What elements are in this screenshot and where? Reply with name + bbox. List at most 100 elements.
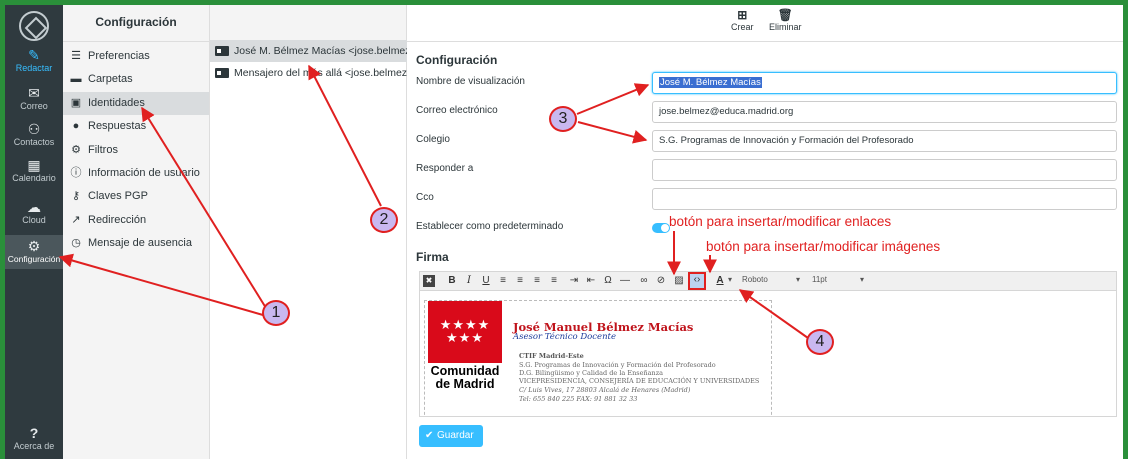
underline-icon[interactable]: U xyxy=(478,273,494,289)
email-label: Correo electrónico xyxy=(416,105,498,116)
signature-line: VICEPRESIDENCIA, CONSEJERÍA DE EDUCACIÓN… xyxy=(519,377,760,385)
nav-rail: ✎ Redactar ✉ Correo ⚇ Contactos ▦ Calend… xyxy=(5,5,63,459)
trash-icon: 🗑 xyxy=(777,8,793,22)
cloud-icon: ☁ xyxy=(27,199,41,215)
link-icon[interactable]: ∞ xyxy=(636,273,652,289)
annotation-link-label: botón para insertar/modificar enlaces xyxy=(669,214,892,229)
plus-icon: ⊞ xyxy=(737,8,748,22)
settings-item-identities[interactable]: ▣ Identidades xyxy=(63,91,209,116)
nav-mail[interactable]: ✉ Correo xyxy=(5,85,63,115)
font-select[interactable]: Roboto ▾ xyxy=(742,275,802,284)
signature-line: S.G. Programas de Innovación y Formación… xyxy=(519,361,716,369)
annotation-badge-4: 4 xyxy=(806,329,834,355)
section-title: Configuración xyxy=(416,53,498,67)
create-button[interactable]: ⊞ Crear xyxy=(731,8,754,32)
nav-compose[interactable]: ✎ Redactar xyxy=(5,47,63,77)
email-field[interactable]: jose.belmez@educa.madrid.org xyxy=(652,101,1117,123)
bold-icon[interactable]: B xyxy=(444,273,460,289)
signature-role: Asesor Técnico Docente xyxy=(513,332,616,342)
nav-calendar[interactable]: ▦ Calendario xyxy=(5,157,63,187)
special-char-icon[interactable]: Ω xyxy=(600,273,616,289)
display-name-label: Nombre de visualización xyxy=(416,76,525,87)
identity-editor: ⊞ Crear 🗑 Eliminar Configuración Nombre … xyxy=(407,5,1123,459)
logo-text: Comunidad de Madrid xyxy=(430,364,500,391)
gear-icon: ⚙ xyxy=(27,238,41,254)
sliders-icon: ☰ xyxy=(71,50,81,62)
nav-cloud[interactable]: ☁ Cloud xyxy=(5,199,63,229)
font-size-select[interactable]: 11pt ▾ xyxy=(812,275,872,284)
bcc-label: Cco xyxy=(416,192,434,203)
outdent-icon[interactable]: ⇤ xyxy=(583,273,599,289)
id-card-icon: ▣ xyxy=(70,96,82,109)
signature-address: C/ Luis Vives, 17 28803 Alcalá de Henare… xyxy=(519,386,691,394)
align-left-icon[interactable]: ≡ xyxy=(495,273,511,289)
indent-icon[interactable]: ⇥ xyxy=(566,273,582,289)
reply-to-field[interactable] xyxy=(652,159,1117,181)
nav-settings[interactable]: ⚙ Configuración xyxy=(5,235,63,269)
settings-item-user-info[interactable]: ⓘ Información de usuario xyxy=(63,162,209,185)
logo-stars: ★★★★ ★★★ xyxy=(428,301,502,363)
settings-item-preferences[interactable]: ☰ Preferencias xyxy=(63,45,209,68)
annotation-badge-3: 3 xyxy=(549,106,577,132)
default-toggle[interactable] xyxy=(652,223,670,233)
italic-icon[interactable]: I xyxy=(461,273,477,289)
org-field[interactable]: S.G. Programas de Innovación y Formación… xyxy=(652,130,1117,152)
key-icon: ⚷ xyxy=(71,190,81,203)
annotation-badge-2: 2 xyxy=(370,207,398,233)
annotation-badge-1: 1 xyxy=(262,300,290,326)
clear-format-icon[interactable]: ✖ xyxy=(423,275,435,287)
delete-button[interactable]: 🗑 Eliminar xyxy=(769,8,802,32)
gear-icon: ⚙ xyxy=(71,143,81,156)
toolbar: ⊞ Crear 🗑 Eliminar xyxy=(407,5,1123,42)
signature-phone: Tel: 655 840 225 FAX: 91 881 32 33 xyxy=(519,395,638,403)
forward-icon: ↗ xyxy=(71,213,81,226)
text-color-dropdown[interactable]: ▾ xyxy=(728,275,732,284)
app-logo-icon xyxy=(19,11,49,41)
settings-item-filters[interactable]: ⚙ Filtros xyxy=(63,139,209,162)
clock-icon: ◷ xyxy=(71,237,81,250)
settings-item-folders[interactable]: ▬ Carpetas xyxy=(63,68,209,91)
chevron-down-icon: ▾ xyxy=(796,275,801,284)
settings-item-responses[interactable]: ● Respuestas xyxy=(63,115,209,138)
contacts-icon: ⚇ xyxy=(27,121,41,137)
unlink-icon[interactable]: ⊘ xyxy=(653,273,669,289)
signature-editor[interactable]: ★★★★ ★★★ Comunidad de Madrid José Manuel B… xyxy=(419,291,1117,417)
settings-header: Configuración xyxy=(63,5,209,42)
source-code-icon[interactable]: ‹› xyxy=(688,272,706,290)
compose-icon: ✎ xyxy=(28,47,40,63)
image-icon[interactable]: ▨ xyxy=(671,273,687,289)
settings-item-vacation[interactable]: ◷ Mensaje de ausencia xyxy=(63,232,209,255)
reply-to-label: Responder a xyxy=(416,163,474,174)
identities-header xyxy=(210,5,406,42)
org-label: Colegio xyxy=(416,134,450,145)
app-window: ✎ Redactar ✉ Correo ⚇ Contactos ▦ Calend… xyxy=(5,5,1123,459)
annotation-image-label: botón para insertar/modificar imágenes xyxy=(706,239,941,254)
signature-org: CTIF Madrid-Este xyxy=(519,352,584,360)
default-label: Establecer como predeterminado xyxy=(416,221,564,232)
question-icon: ? xyxy=(29,425,39,441)
save-button[interactable]: Guardar xyxy=(419,425,483,447)
align-center-icon[interactable]: ≡ xyxy=(512,273,528,289)
settings-item-pgp-keys[interactable]: ⚷ Claves PGP xyxy=(63,185,209,208)
nav-about[interactable]: ? Acerca de xyxy=(5,425,63,455)
horizontal-rule-icon[interactable]: — xyxy=(617,273,633,289)
comunidad-madrid-logo: ★★★★ ★★★ Comunidad de Madrid xyxy=(428,301,502,416)
folder-icon: ▬ xyxy=(70,73,82,86)
chevron-down-icon: ▾ xyxy=(860,275,865,284)
display-name-field[interactable]: José M. Bélmez Macías xyxy=(652,72,1117,94)
identity-item[interactable]: José M. Bélmez Macías <jose.belmez@... xyxy=(210,40,407,62)
align-justify-icon[interactable]: ≡ xyxy=(546,273,562,289)
signature-line: D.G. Bilingüismo y Calidad de la Enseñan… xyxy=(519,369,664,377)
nav-contacts[interactable]: ⚇ Contactos xyxy=(5,121,63,151)
calendar-icon: ▦ xyxy=(27,157,41,173)
bcc-field[interactable] xyxy=(652,188,1117,210)
identity-item[interactable]: Mensajero del más allá <jose.belmez@... xyxy=(210,62,407,84)
editor-toolbar: ✖ B I U ≡ ≡ ≡ ≡ ⇥ ⇤ Ω — ∞ ⊘ ▨ ‹› A ▾ Rob… xyxy=(419,271,1117,291)
settings-item-redirect[interactable]: ↗ Redirección xyxy=(63,209,209,232)
id-card-icon xyxy=(215,68,229,78)
comment-icon: ● xyxy=(72,120,80,133)
info-icon: ⓘ xyxy=(70,166,82,179)
align-right-icon[interactable]: ≡ xyxy=(529,273,545,289)
settings-sidebar: Configuración ☰ Preferencias ▬ Carpetas … xyxy=(63,5,210,459)
text-color-button[interactable]: A xyxy=(712,273,728,289)
